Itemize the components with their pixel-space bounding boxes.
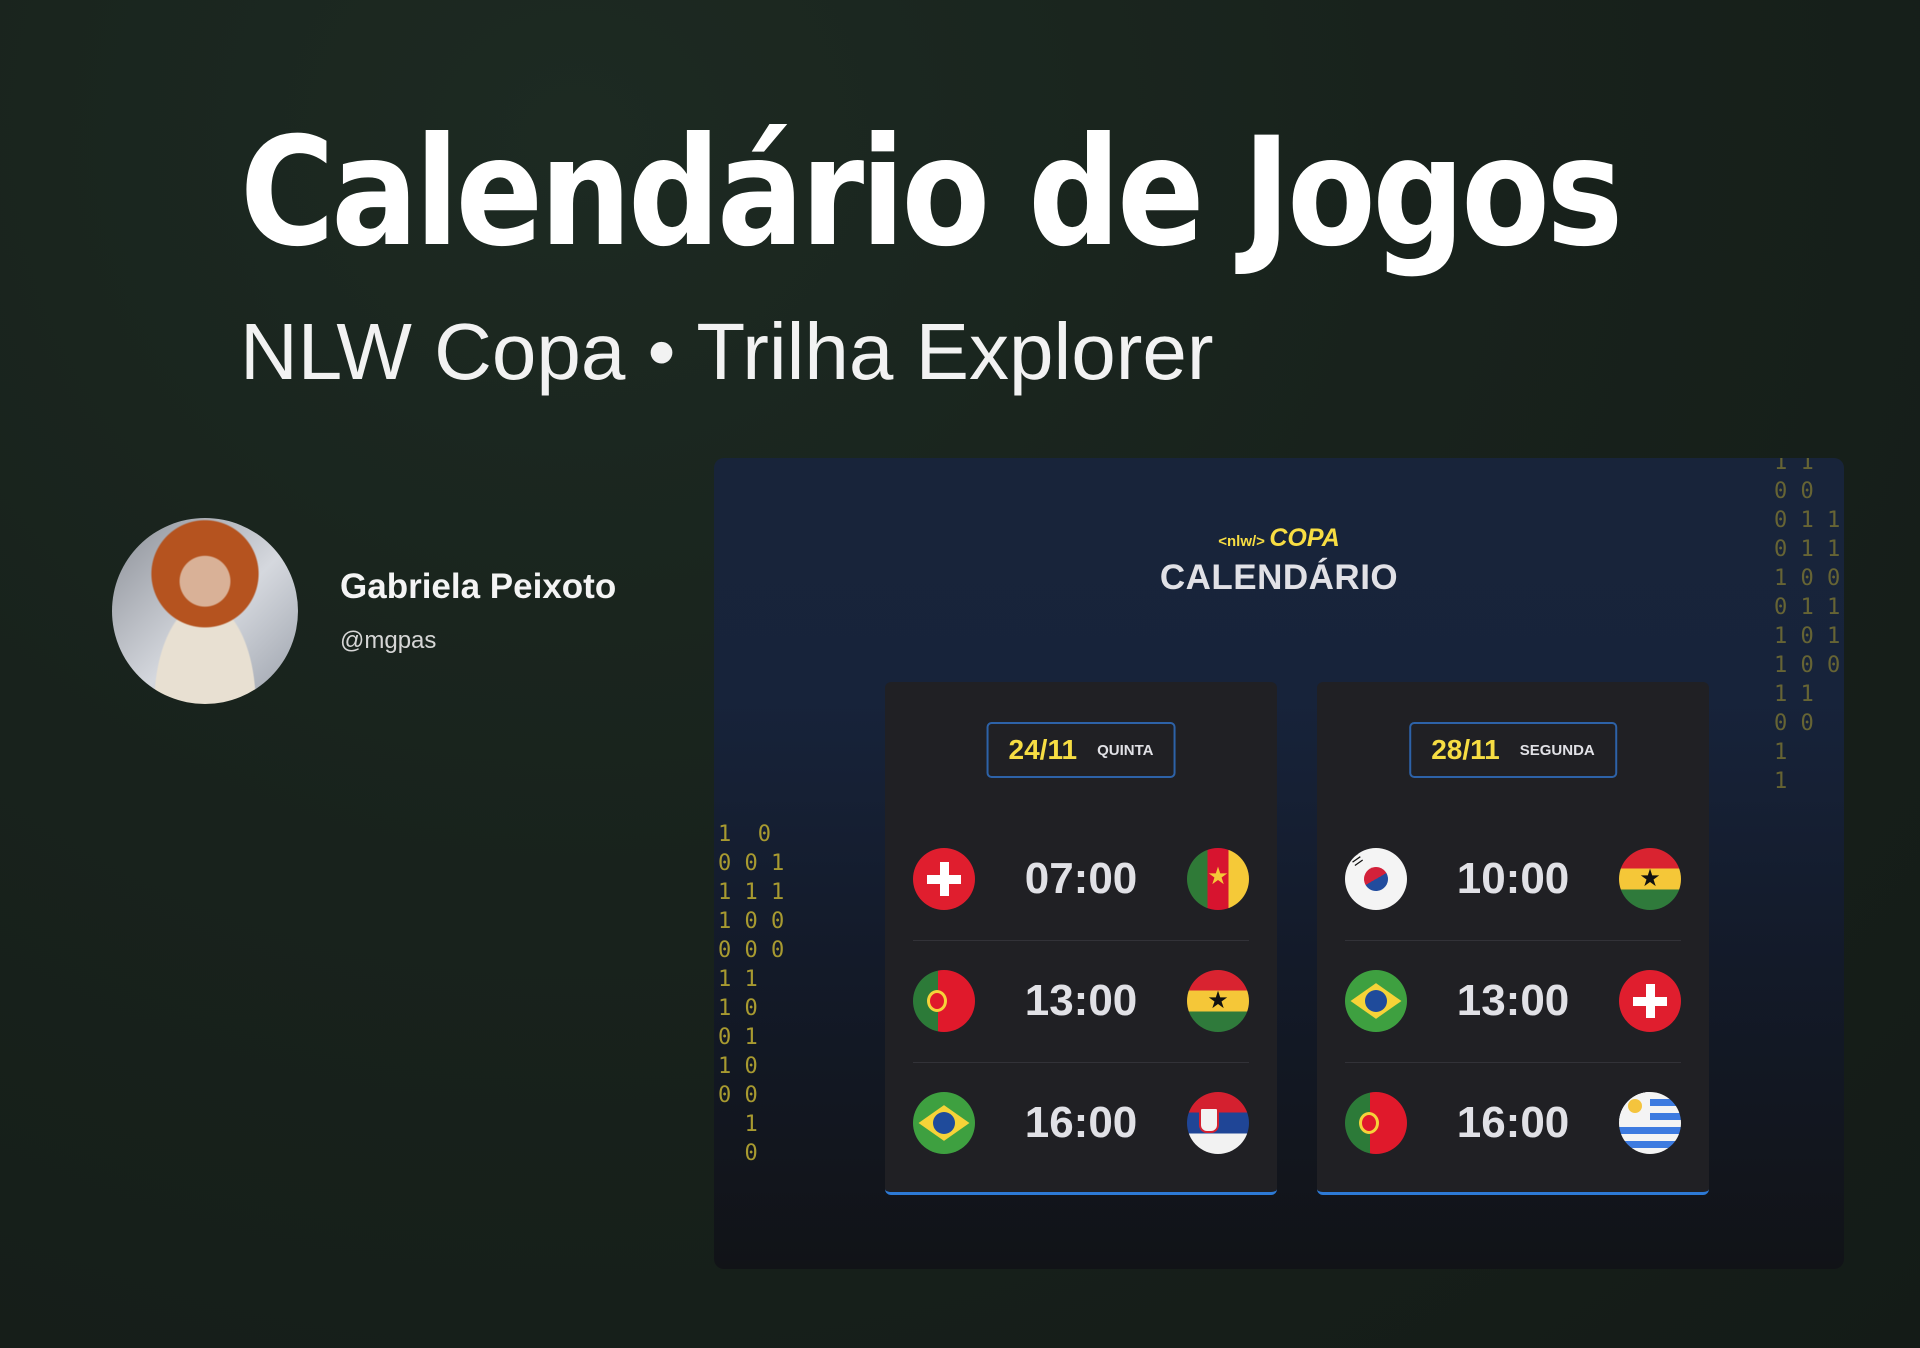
ghana-flag-icon: [1186, 970, 1249, 1032]
author-name: Gabriela Peixoto: [340, 567, 617, 606]
page-subtitle: NLW Copa • Trilha Explorer: [240, 307, 1214, 396]
game-row: 13:00: [1345, 940, 1681, 1063]
uruguay-sun-icon: [1627, 1099, 1642, 1113]
game-time: 16:00: [1024, 1098, 1138, 1147]
calendar-title: CALENDÁRIO: [1159, 558, 1399, 597]
binary-decoration-left: 1 0 0 0 1 1 1 1 1 0 0 0 0 0 1 1 1 0 0 1 …: [718, 822, 785, 1166]
date-number: 24/11: [1008, 734, 1078, 765]
nlw-copa-logo: <nlw/> COPA: [714, 524, 1844, 553]
game-time: 13:00: [1024, 976, 1138, 1025]
author-info: Gabriela Peixoto @mgpas: [340, 567, 616, 655]
binary-decoration-right: 1 1 0 0 0 1 1 0 1 1 1 0 0 0 1 1 1 0 1 1 …: [1774, 458, 1841, 794]
game-row: 10:00: [1345, 818, 1681, 941]
weekday-label: QUINTA: [1097, 741, 1154, 759]
game-row: 16:00: [913, 1062, 1249, 1184]
switzerland-flag-icon: [913, 848, 975, 910]
author-handle: @mgpas: [340, 627, 437, 654]
portugal-flag-icon: [913, 970, 975, 1032]
switzerland-flag-icon: [1618, 970, 1681, 1032]
brazil-flag-icon: [913, 1092, 975, 1154]
game-row: 07:00: [913, 818, 1249, 941]
date-badge: 24/11 QUINTA: [986, 722, 1176, 778]
logo-word: COPA: [1269, 524, 1340, 552]
serbia-flag-icon: [1186, 1092, 1249, 1154]
game-time: 07:00: [1024, 854, 1138, 903]
page-title: Calendário de Jogos: [240, 106, 1623, 280]
date-badge: 28/11 SEGUNDA: [1409, 722, 1617, 778]
game-time: 13:00: [1456, 976, 1570, 1025]
game-time: 16:00: [1456, 1098, 1570, 1147]
ghana-flag-icon: [1618, 848, 1681, 910]
avatar: [112, 518, 298, 704]
day-card: 24/11 QUINTA 07:00 13:00 16:00: [885, 682, 1277, 1195]
day-card: 28/11 SEGUNDA 10:00 13:00 16:00: [1317, 682, 1709, 1195]
uruguay-flag-icon: [1618, 1092, 1681, 1154]
game-row: 16:00: [1345, 1062, 1681, 1184]
portugal-flag-icon: [1345, 1092, 1407, 1154]
game-time: 10:00: [1456, 854, 1570, 903]
game-row: 13:00: [913, 940, 1249, 1063]
south-korea-flag-icon: [1345, 848, 1407, 910]
app-screenshot: 1 0 0 0 1 1 1 1 1 0 0 0 0 0 1 1 1 0 0 1 …: [714, 458, 1844, 1269]
cameroon-flag-icon: [1186, 848, 1249, 910]
date-number: 28/11: [1431, 734, 1500, 765]
weekday-label: SEGUNDA: [1519, 741, 1595, 759]
brazil-flag-icon: [1345, 970, 1407, 1032]
logo-tag: <nlw/>: [1218, 533, 1265, 550]
author-block: Gabriela Peixoto @mgpas: [112, 518, 616, 704]
